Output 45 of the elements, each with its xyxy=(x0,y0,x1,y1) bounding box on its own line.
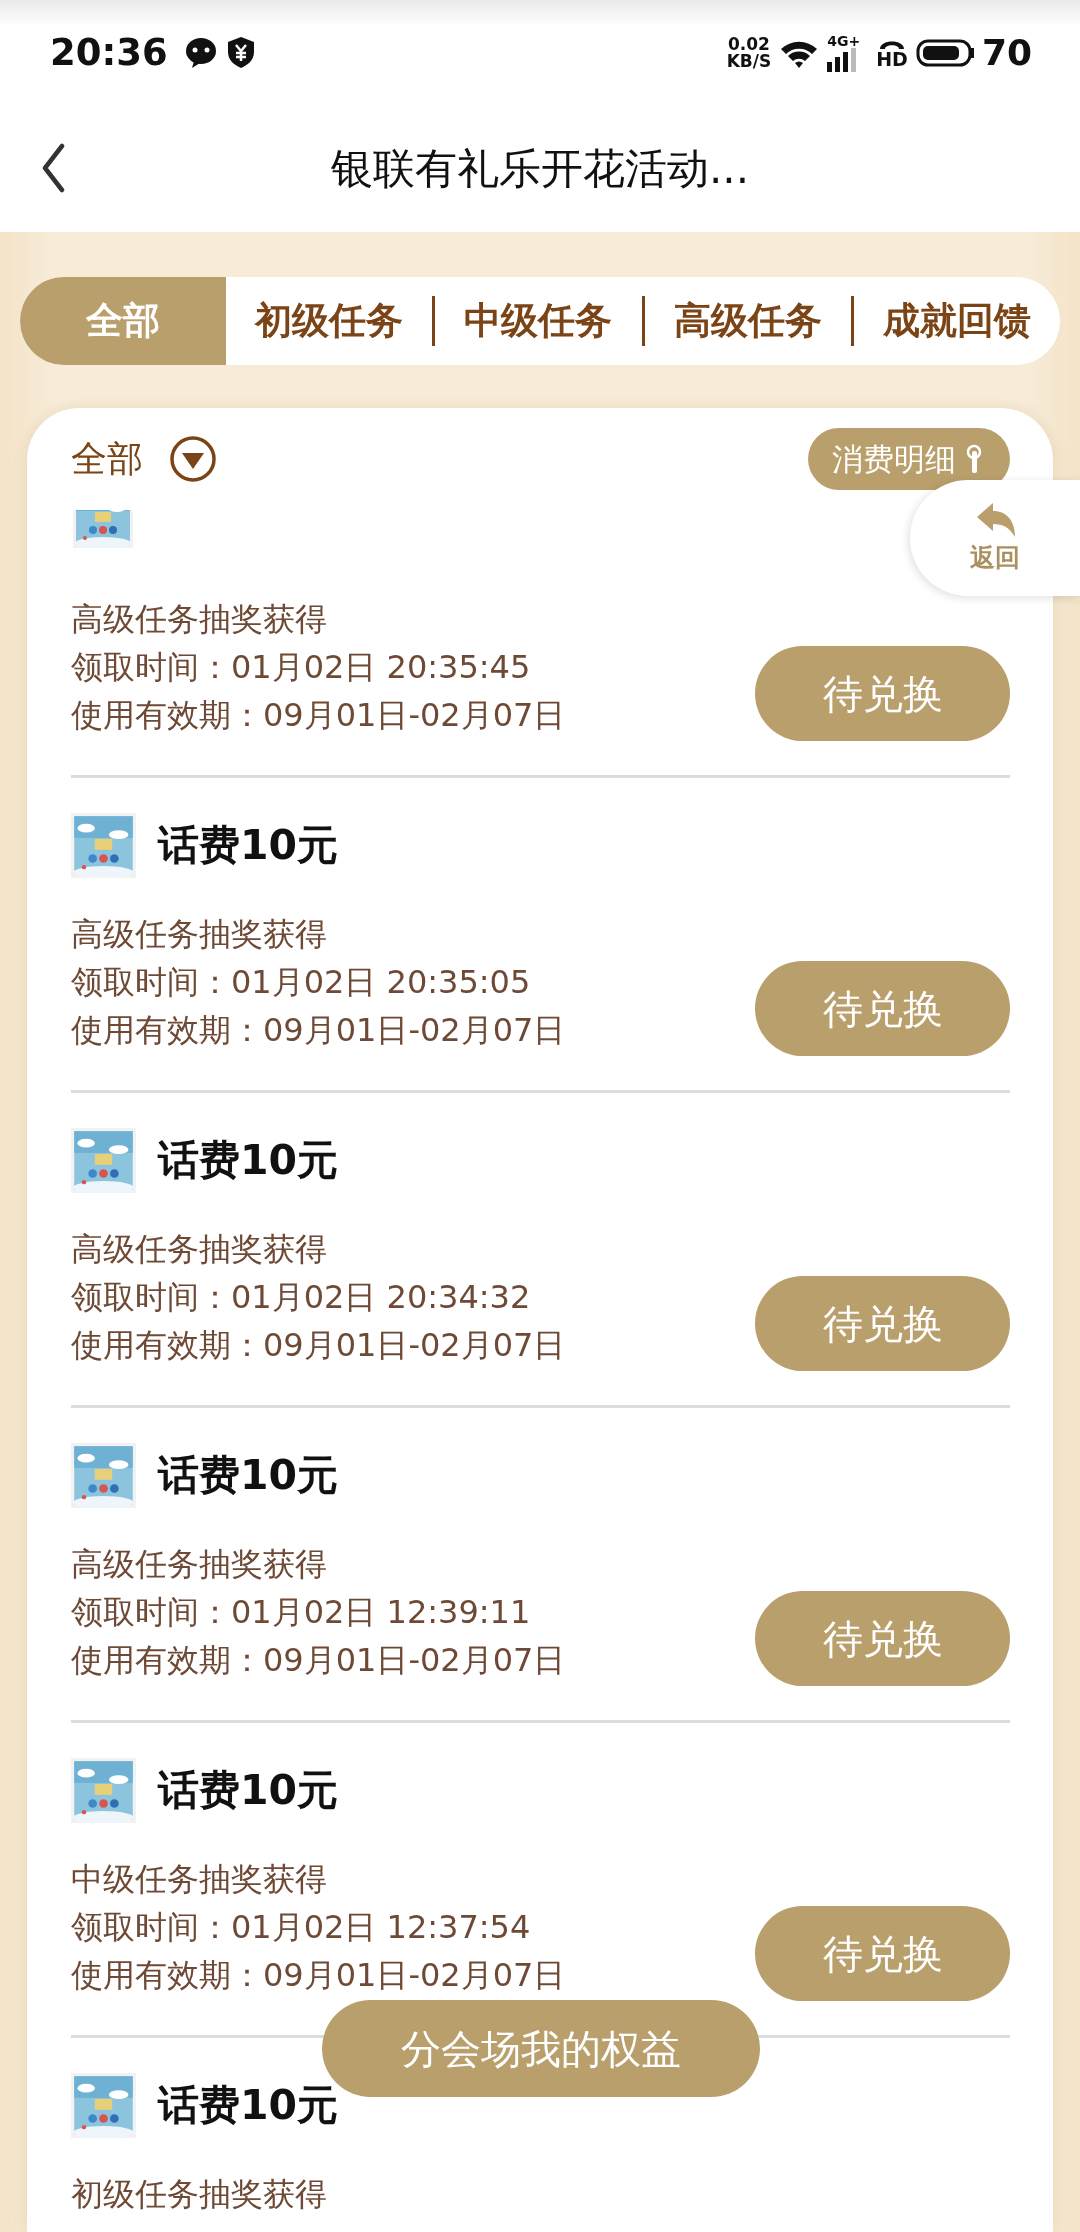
tab[interactable]: 中级任务 xyxy=(435,277,642,365)
speed-unit: KB/S xyxy=(726,52,772,70)
reward-title: 话费10元 xyxy=(158,1764,339,1816)
redeem-button[interactable]: 待兑换 xyxy=(755,1276,1010,1371)
reward-source: 高级任务抽奖获得 xyxy=(71,599,328,640)
filter-label[interactable]: 全部 xyxy=(71,432,143,486)
tab[interactable]: 高级任务 xyxy=(644,277,851,365)
validity-period: 使用有效期：09月01日-02月07日 xyxy=(71,1955,566,1996)
validity-period: 使用有效期：09月01日-02月07日 xyxy=(71,1325,566,1366)
claim-time: 领取时间：01月02日 20:35:05 xyxy=(71,962,532,1003)
network-type: 4G+ xyxy=(827,33,861,48)
reward-title: 话费10元 xyxy=(158,1449,339,1501)
chat-bubble-icon xyxy=(183,35,218,70)
detail-button[interactable]: 消费明细 xyxy=(808,428,1010,490)
claim-time: 领取时间：01月02日 12:39:11 xyxy=(71,1592,532,1633)
redeem-button[interactable]: 待兑换 xyxy=(755,1591,1010,1686)
claim-time: 领取时间：01月02日 12:37:54 xyxy=(71,1907,532,1948)
status-time: 20:36 xyxy=(50,29,168,76)
reward-source: 高级任务抽奖获得 xyxy=(71,914,328,955)
validity-period: 使用有效期：09月01日-02月07日 xyxy=(71,1010,566,1051)
tab[interactable]: 全部 xyxy=(20,277,226,365)
reward-title: 话费10元 xyxy=(158,1134,339,1186)
tab[interactable]: 成就回馈 xyxy=(853,277,1060,365)
tab[interactable]: 初级任务 xyxy=(226,277,433,365)
reward-source: 高级任务抽奖获得 xyxy=(71,1229,328,1270)
redeem-button[interactable]: 待兑换 xyxy=(755,646,1010,741)
dropdown-icon xyxy=(169,435,217,483)
claim-time: 领取时间：01月02日 20:34:32 xyxy=(71,1277,532,1318)
validity-period: 使用有效期：09月01日-02月07日 xyxy=(71,1640,566,1681)
redeem-button[interactable]: 待兑换 xyxy=(755,961,1010,1056)
claim-time: 领取时间：01月02日 20:35:45 xyxy=(71,647,532,688)
signal-icon xyxy=(827,47,857,72)
reward-source: 高级任务抽奖获得 xyxy=(71,1544,328,1585)
hd-label: HD xyxy=(876,49,908,69)
reward-title: 话费10元 xyxy=(158,819,339,871)
redeem-button[interactable]: 待兑换 xyxy=(755,1906,1010,2001)
page-title: 银联有礼乐开花活动... xyxy=(329,143,751,195)
shield-icon xyxy=(225,35,256,70)
battery-level: 70 xyxy=(981,30,1032,75)
network-speed: 0.02 xyxy=(726,35,771,53)
reward-source: 初级任务抽奖获得 xyxy=(71,2174,327,2215)
battery-icon xyxy=(915,38,974,67)
return-button[interactable]: 返回 xyxy=(910,480,1080,596)
reward-source: 中级任务抽奖获得 xyxy=(71,1859,328,1900)
validity-period: 使用有效期：09月01日-02月07日 xyxy=(71,695,566,736)
